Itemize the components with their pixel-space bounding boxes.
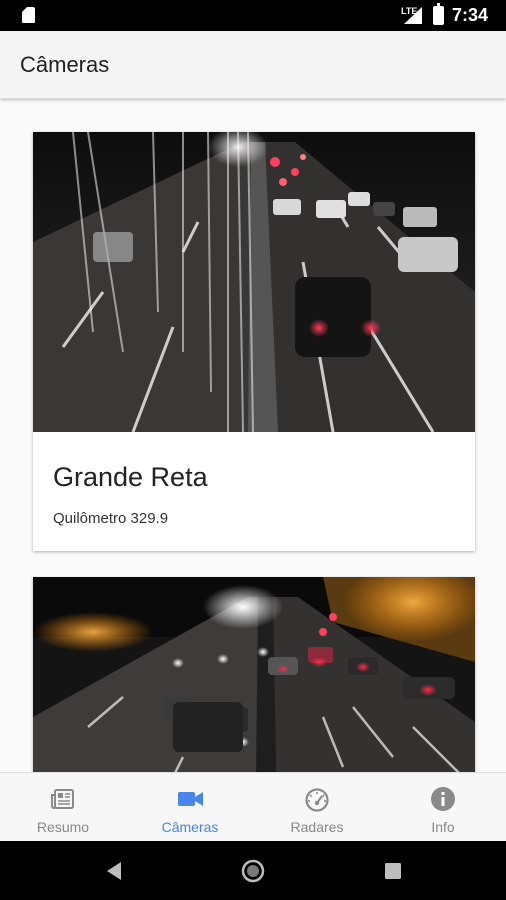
- status-time: 7:34: [452, 5, 489, 25]
- nav-item-resumo[interactable]: Resumo: [0, 773, 126, 842]
- nav-item-cameras[interactable]: Câmeras: [127, 773, 253, 842]
- app-bar: Câmeras: [0, 31, 506, 99]
- back-icon[interactable]: [101, 858, 127, 884]
- nav-item-radares[interactable]: Radares: [254, 773, 380, 842]
- speedometer-icon: [305, 788, 329, 812]
- nav-label: Câmeras: [161, 819, 219, 835]
- signal-icon: [404, 7, 422, 24]
- home-icon[interactable]: [240, 858, 266, 884]
- bottom-navigation: Resumo Câmeras Radares Info: [0, 772, 506, 841]
- camera-image[interactable]: [33, 577, 475, 772]
- page-title: Câmeras: [20, 52, 110, 77]
- camera-card[interactable]: Grande Reta Quilômetro 329.9: [33, 132, 475, 551]
- camera-image[interactable]: [33, 132, 475, 432]
- camera-list[interactable]: Grande Reta Quilômetro 329.9: [0, 100, 506, 772]
- camera-card[interactable]: [33, 577, 475, 772]
- sd-card-icon: [22, 7, 35, 23]
- system-navigation-bar: [0, 841, 506, 900]
- nav-label: Resumo: [36, 819, 90, 835]
- camera-name: Grande Reta: [53, 462, 208, 492]
- nav-label: Info: [431, 819, 455, 835]
- battery-icon: [433, 3, 444, 25]
- nav-label: Radares: [290, 819, 344, 835]
- recents-icon[interactable]: [380, 858, 406, 884]
- nav-item-info[interactable]: Info: [380, 773, 506, 842]
- info-icon: [431, 787, 455, 811]
- status-bar: LTE 7:34: [0, 0, 506, 31]
- newspaper-icon: [51, 789, 74, 809]
- videocam-icon: [178, 792, 203, 806]
- camera-location: Quilômetro 329.9: [53, 510, 169, 527]
